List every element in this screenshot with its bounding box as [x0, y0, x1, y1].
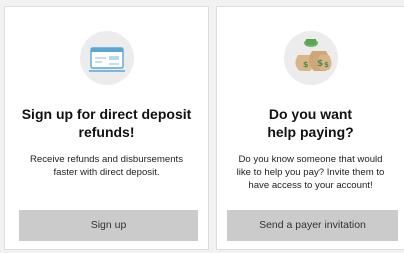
card-title-line: Sign up for direct deposit: [21, 106, 192, 122]
send-payer-invitation-button[interactable]: Send a payer invitation: [227, 210, 398, 241]
card-title-line: refunds!: [78, 124, 135, 140]
help-paying-card: $ $ $ Do you want help paying? Do you kn…: [216, 6, 404, 250]
card-description: Do you know someone that would like to h…: [217, 153, 404, 192]
money-bags-icon: $ $ $: [283, 31, 338, 85]
card-description-line: have access to your account!: [248, 180, 373, 191]
card-title-line: help paying?: [267, 124, 354, 140]
check-deposit-icon: [79, 31, 134, 85]
svg-text:$: $: [324, 61, 329, 69]
svg-text:$: $: [317, 59, 323, 69]
card-description-line: Do you know someone that would: [238, 154, 383, 165]
card-title: Sign up for direct deposit refunds!: [5, 105, 208, 141]
direct-deposit-card: Sign up for direct deposit refunds! Rece…: [4, 6, 209, 250]
card-description: Receive refunds and disbursements faster…: [5, 153, 208, 179]
card-row: Sign up for direct deposit refunds! Rece…: [0, 0, 404, 253]
card-description-line: faster with direct deposit.: [53, 167, 160, 178]
card-description-line: Receive refunds and disbursements: [29, 154, 184, 165]
card-title: Do you want help paying?: [217, 105, 404, 141]
svg-text:$: $: [303, 60, 309, 69]
sign-up-button[interactable]: Sign up: [19, 210, 198, 241]
card-description-line: like to help you pay? Invite them to: [236, 167, 385, 178]
card-title-line: Do you want: [268, 106, 353, 122]
